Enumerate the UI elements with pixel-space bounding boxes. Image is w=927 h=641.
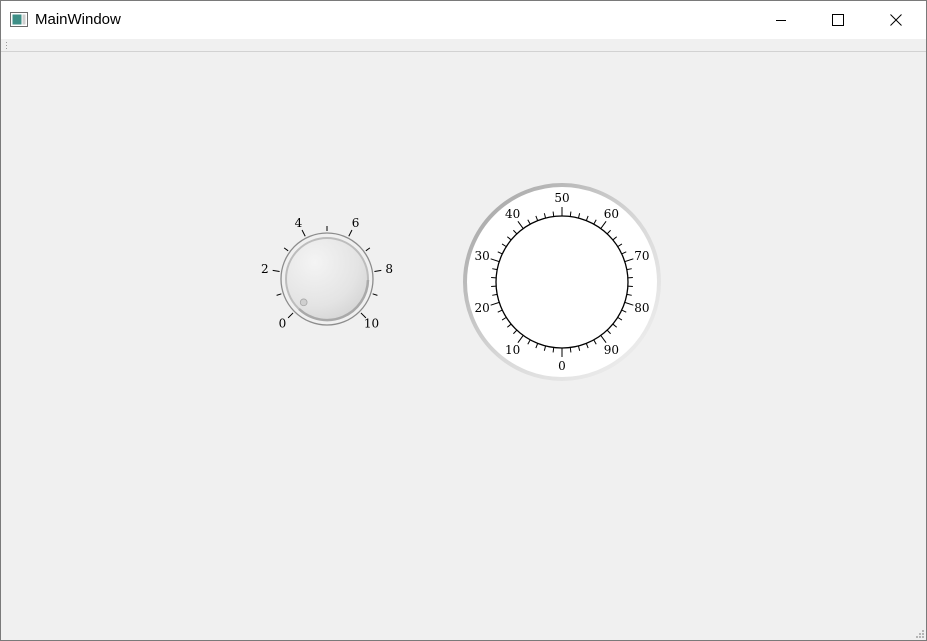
gauge-tick: [569, 211, 572, 217]
dial-tick: [301, 229, 306, 237]
close-icon: [890, 14, 902, 26]
close-button[interactable]: [867, 1, 925, 39]
dial-indicator: [299, 298, 308, 307]
minimize-button[interactable]: [752, 1, 810, 39]
dial-tick: [372, 293, 378, 296]
gauge-label: 10: [505, 343, 520, 357]
gauge-label: 30: [474, 249, 489, 263]
gauge-label: 0: [558, 359, 566, 373]
dial-tick: [287, 312, 294, 319]
dial-label: 6: [352, 216, 360, 230]
dial-knob-control[interactable]: 0 2 4 6 8 10: [251, 211, 401, 336]
gauge-tick: [552, 347, 555, 353]
gauge-label: 40: [505, 207, 520, 221]
gauge-label: 50: [554, 191, 569, 205]
gauge-label: 60: [604, 207, 619, 221]
dial-tick: [365, 247, 371, 252]
gauge-dial: 0 10 20 30 40 50 60 70 80 90: [463, 183, 661, 381]
gauge-label: 80: [634, 301, 649, 315]
window-title: MainWindow: [35, 11, 121, 28]
dial-label: 2: [261, 262, 269, 276]
main-window: MainWindow 0 2 4 6 8 10 0 10 20 30 40 50…: [0, 0, 927, 641]
gauge-label: 20: [474, 301, 489, 315]
gauge-label: 90: [604, 343, 619, 357]
minimize-icon: [776, 20, 786, 21]
dial-tick: [272, 269, 280, 272]
maximize-button[interactable]: [809, 1, 867, 39]
gauge-tick: [552, 211, 555, 217]
toolbar: [1, 39, 926, 52]
gauge-label: 70: [634, 249, 649, 263]
title-bar[interactable]: MainWindow: [1, 1, 926, 39]
dial-label: 4: [295, 216, 303, 230]
dial-tick: [374, 269, 382, 272]
dial-tick: [348, 229, 353, 237]
dial-tick: [283, 247, 289, 252]
gauge-tick: [569, 347, 572, 353]
dial-label: 0: [279, 317, 287, 331]
maximize-icon: [832, 14, 844, 26]
size-grip-icon[interactable]: [914, 628, 924, 638]
app-window-icon: [10, 12, 28, 27]
dial-tick: [276, 293, 282, 296]
toolbar-grip-icon[interactable]: [5, 41, 8, 49]
dial-label: 8: [385, 262, 393, 276]
dial-label: 10: [364, 317, 379, 331]
gauge-face: [495, 215, 629, 349]
